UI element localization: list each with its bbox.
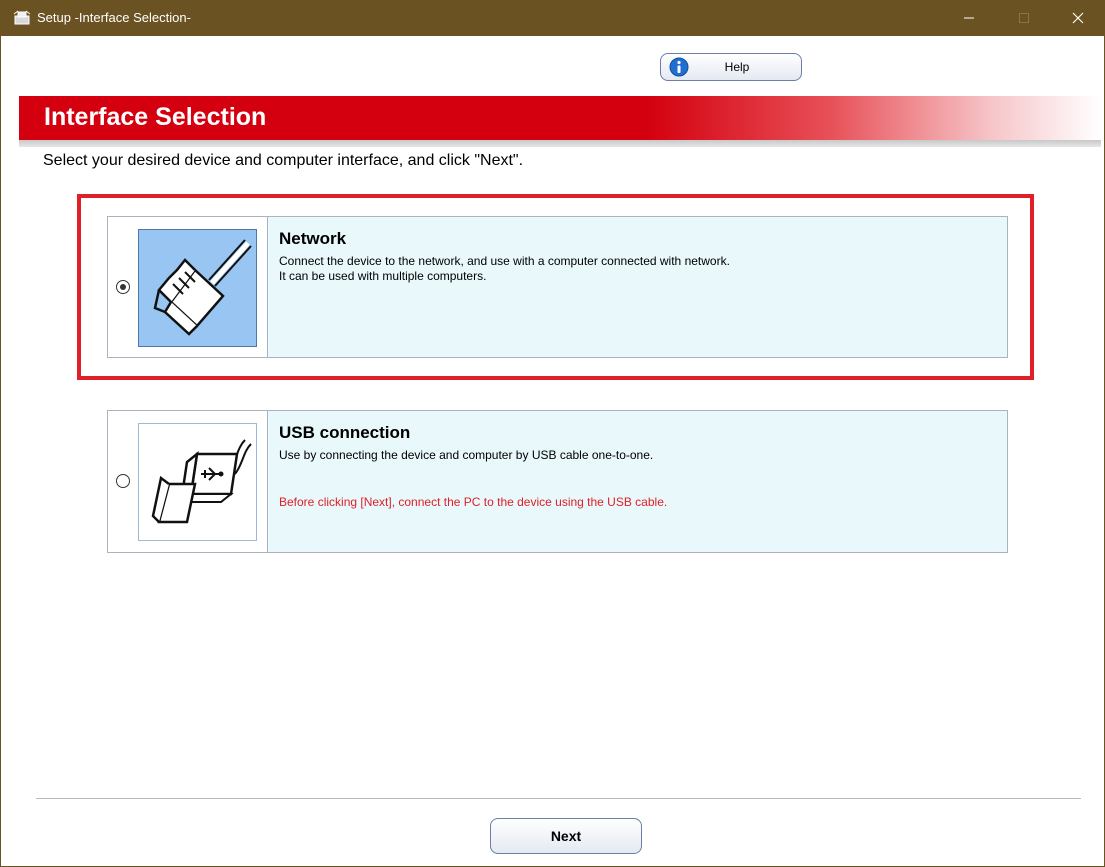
network-description-line: It can be used with multiple computers.: [279, 269, 487, 283]
close-icon: [1072, 12, 1084, 24]
page-title: Interface Selection: [44, 103, 267, 131]
usb-info-panel: USB connection Use by connecting the dev…: [267, 411, 1007, 552]
network-radio[interactable]: [116, 280, 130, 294]
footer-divider: [36, 798, 1081, 799]
maximize-button[interactable]: [1001, 0, 1047, 36]
usb-warning-text: Before clicking [Next], connect the PC t…: [279, 495, 668, 509]
network-description: Connect the device to the network, and u…: [279, 254, 730, 284]
close-button[interactable]: [1055, 0, 1101, 36]
radio-selected-dot: [120, 284, 126, 290]
usb-cable-icon-graphic: [151, 439, 252, 524]
help-label: Help: [724, 60, 750, 74]
instruction-text: Select your desired device and computer …: [43, 152, 524, 169]
network-cable-icon: [138, 229, 257, 347]
section-header: Interface Selection: [19, 96, 1101, 140]
usb-option[interactable]: USB connection Use by connecting the dev…: [107, 410, 1008, 553]
network-info-panel: Network Connect the device to the networ…: [267, 217, 1007, 357]
usb-radio[interactable]: [116, 474, 130, 488]
network-description-line: Connect the device to the network, and u…: [279, 254, 730, 268]
next-button[interactable]: Next: [490, 818, 642, 854]
window-title: Setup -Interface Selection-: [37, 10, 191, 25]
usb-cable-icon: [138, 423, 257, 541]
network-cable-icon-graphic: [153, 239, 252, 336]
usb-description: Use by connecting the device and compute…: [279, 448, 653, 463]
setup-window: Setup -Interface Selection- Help Interfa…: [0, 0, 1105, 867]
usb-description-line: Use by connecting the device and compute…: [279, 448, 654, 462]
maximize-icon: [1019, 13, 1029, 23]
minimize-button[interactable]: [946, 0, 992, 36]
usb-title: USB connection: [279, 423, 411, 442]
header-divider: [19, 140, 1101, 147]
app-icon: [13, 10, 31, 25]
help-button[interactable]: Help: [660, 53, 802, 81]
title-bar[interactable]: Setup -Interface Selection-: [1, 0, 1105, 36]
network-title: Network: [279, 229, 347, 248]
network-option[interactable]: Network Connect the device to the networ…: [107, 216, 1008, 358]
minimize-icon: [964, 17, 974, 19]
